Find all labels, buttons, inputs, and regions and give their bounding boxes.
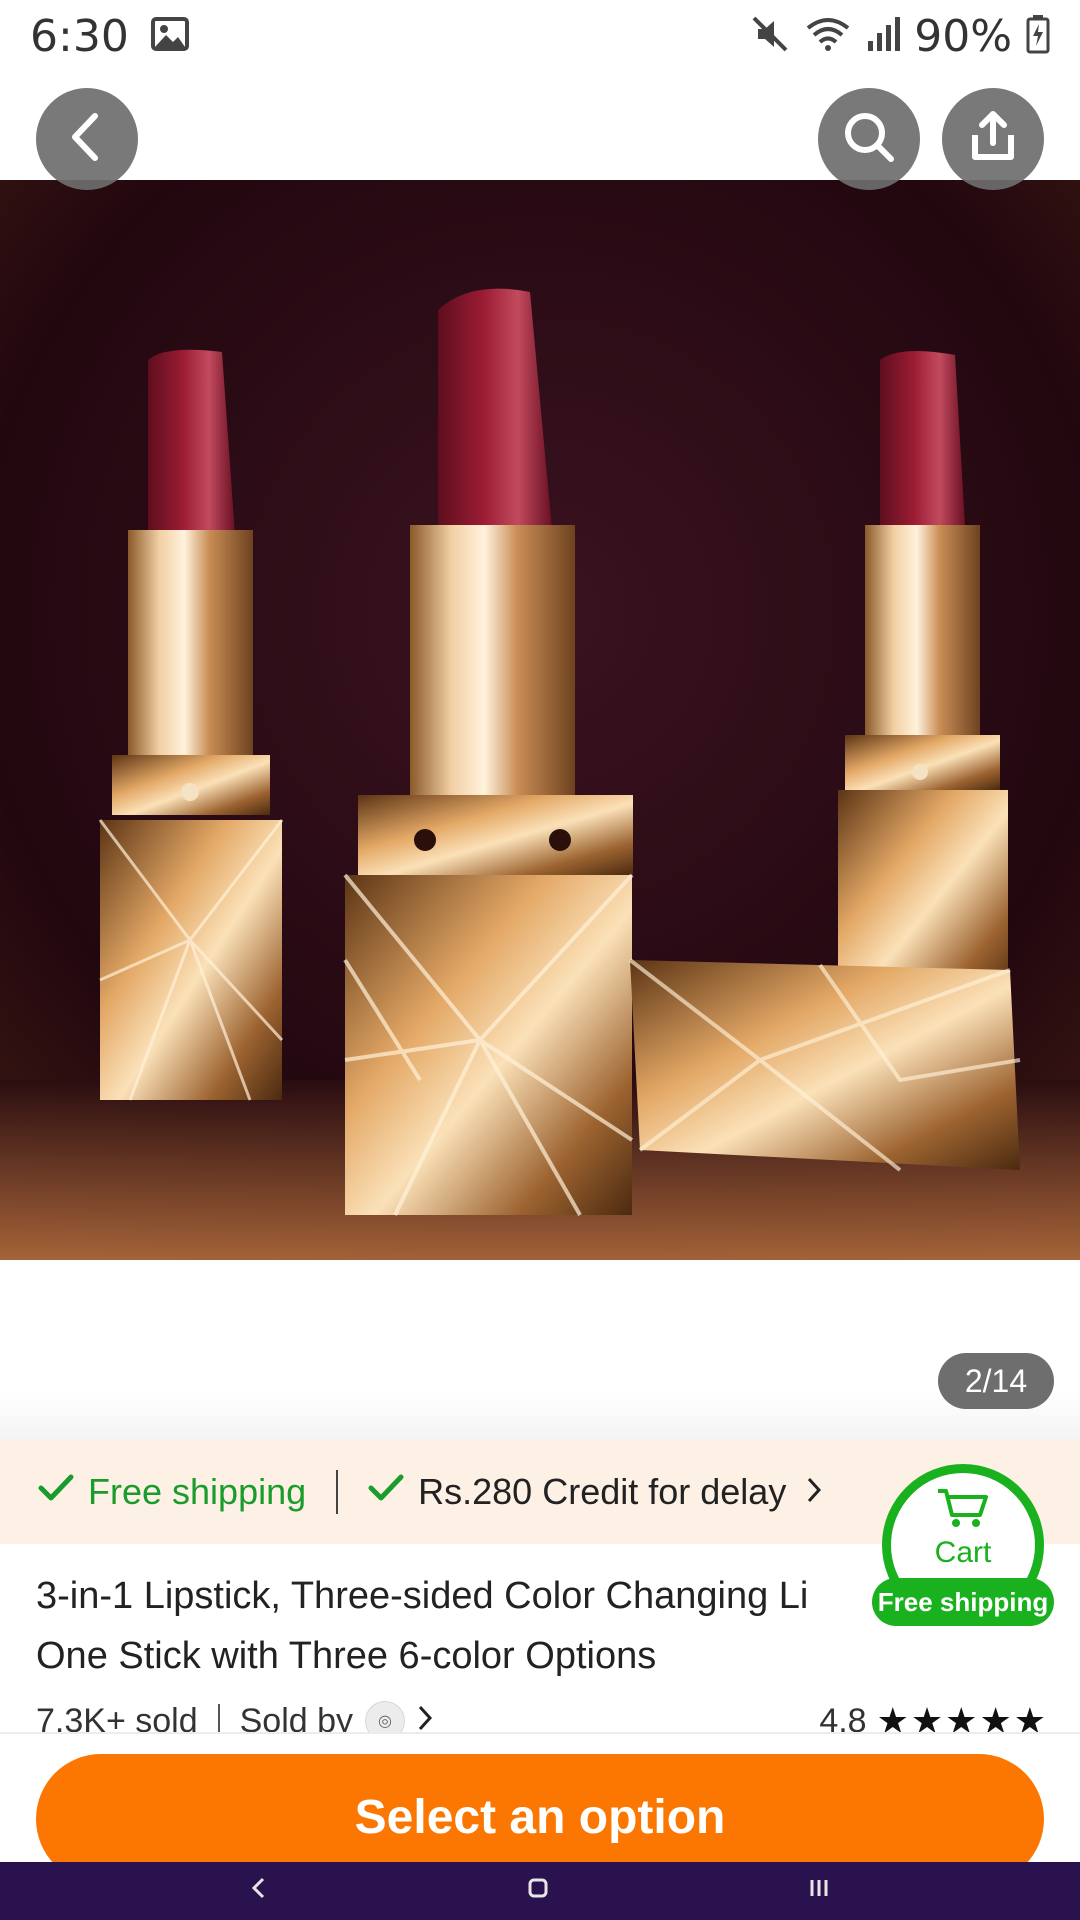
credit-delay-label: Rs.280 Credit for delay xyxy=(418,1471,787,1512)
system-back-icon[interactable] xyxy=(249,1875,269,1907)
shipping-divider xyxy=(336,1470,339,1514)
gallery-fade xyxy=(0,1390,1080,1440)
cart-free-shipping-badge: Free shipping xyxy=(872,1578,1054,1626)
cart-icon xyxy=(936,1487,990,1534)
credit-delay-item[interactable]: Rs.280 Credit for delay xyxy=(368,1471,822,1513)
check-icon xyxy=(368,1471,404,1513)
free-shipping-label: Free shipping xyxy=(88,1471,307,1512)
back-button[interactable] xyxy=(36,88,138,190)
image-icon xyxy=(150,16,189,56)
product-image[interactable] xyxy=(0,180,1080,1260)
back-arrow-icon xyxy=(67,112,107,167)
free-shipping-item: Free shipping xyxy=(38,1471,306,1513)
chevron-right-icon xyxy=(806,1471,822,1513)
system-home-icon[interactable] xyxy=(526,1875,550,1907)
lipstick-cap xyxy=(628,958,1021,1172)
share-button[interactable] xyxy=(942,88,1044,190)
lipstick-photo xyxy=(0,180,1080,1260)
signal-icon xyxy=(866,15,901,58)
wifi-icon xyxy=(804,14,852,59)
system-nav-bar xyxy=(0,1862,1080,1920)
status-bar: 6:30 90% xyxy=(0,0,1080,72)
battery-charging-icon xyxy=(1026,14,1050,59)
search-icon xyxy=(841,109,897,170)
cart-label: Cart xyxy=(934,1535,992,1569)
status-time: 6:30 xyxy=(30,10,129,62)
image-counter: 2/14 xyxy=(938,1353,1054,1409)
system-recents-icon[interactable] xyxy=(807,1875,831,1907)
product-title-line-2: One Stick with Three 6-color Options xyxy=(36,1635,657,1677)
check-icon xyxy=(38,1471,74,1513)
share-icon xyxy=(965,109,1021,170)
search-button[interactable] xyxy=(818,88,920,190)
bottom-action-bar: Select an option xyxy=(0,1732,1080,1884)
battery-percent: 90% xyxy=(914,10,1012,62)
mute-icon xyxy=(750,14,790,59)
